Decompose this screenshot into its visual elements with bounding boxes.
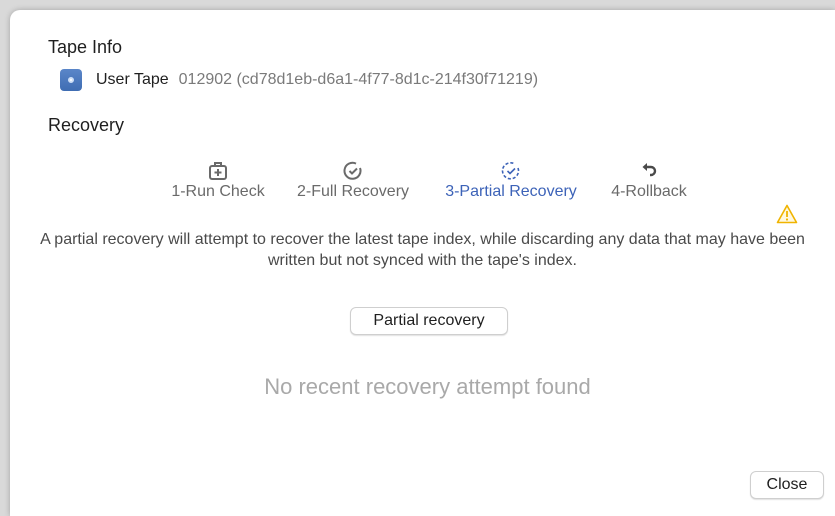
step-label: 3-Partial Recovery <box>445 183 577 200</box>
tape-row: User Tape 012902 (cd78d1eb-d6a1-4f77-8d1… <box>60 68 538 92</box>
tape-id: 012902 (cd78d1eb-d6a1-4f77-8d1c-214f30f7… <box>178 71 539 88</box>
step-label: 4-Rollback <box>611 183 687 200</box>
step-label: 2-Full Recovery <box>296 183 410 200</box>
recovery-heading: Recovery <box>48 115 125 135</box>
tape-icon <box>60 69 82 91</box>
tape-info-heading: Tape Info <box>48 37 123 57</box>
tape-recovery-dialog: Tape Info User Tape 012902 (cd78d1eb-d6a… <box>10 10 835 516</box>
recovery-steps: 1-Run Check 2-Full Recovery 3-Partial Re… <box>10 160 835 206</box>
step-full-recovery[interactable]: 2-Full Recovery <box>288 160 418 201</box>
recovery-description: A partial recovery will attempt to recov… <box>40 231 805 269</box>
medical-kit-icon <box>165 160 271 182</box>
step-rollback[interactable]: 4-Rollback <box>604 160 694 201</box>
close-button[interactable]: Close <box>750 471 824 499</box>
check-circle-icon <box>288 160 418 182</box>
partial-recovery-button[interactable]: Partial recovery <box>350 307 508 335</box>
empty-state-message: No recent recovery attempt found <box>264 374 591 399</box>
partial-check-circle-icon <box>434 160 588 182</box>
step-partial-recovery[interactable]: 3-Partial Recovery <box>434 160 588 201</box>
step-label: 1-Run Check <box>171 183 265 200</box>
warning-icon <box>776 204 798 229</box>
step-run-check[interactable]: 1-Run Check <box>165 160 271 201</box>
tape-name: User Tape <box>96 71 169 88</box>
rollback-arrow-icon <box>604 160 694 182</box>
